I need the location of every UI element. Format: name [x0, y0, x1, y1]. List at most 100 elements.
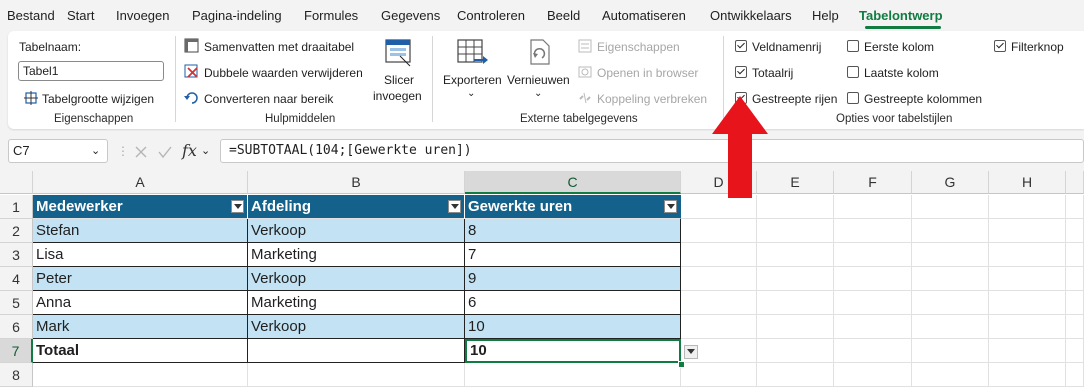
row-header-6[interactable]: 6 — [0, 315, 33, 339]
tab-formules[interactable]: Formules — [304, 8, 358, 23]
convert-to-range-button[interactable]: Converteren naar bereik — [204, 92, 333, 106]
header-row-checkbox[interactable] — [735, 40, 747, 52]
row-header-3[interactable]: 3 — [0, 243, 33, 267]
name-box-chevron-down-icon[interactable]: ⌄ — [91, 144, 100, 157]
empty-cell[interactable] — [1066, 291, 1084, 315]
tab-automatiseren[interactable]: Automatiseren — [602, 8, 686, 23]
tab-start[interactable]: Start — [67, 8, 94, 23]
empty-cell[interactable] — [912, 315, 989, 339]
table-cell[interactable]: Anna — [33, 291, 248, 315]
empty-cell[interactable] — [757, 291, 834, 315]
fx-chevron-down-icon[interactable]: ⌄ — [201, 144, 210, 157]
empty-cell[interactable] — [989, 195, 1066, 219]
empty-cell[interactable] — [912, 219, 989, 243]
table-cell[interactable]: Lisa — [33, 243, 248, 267]
row-header-2[interactable]: 2 — [0, 219, 33, 243]
export-chevron-down-icon[interactable]: ⌄ — [467, 88, 475, 99]
last-column-checkbox[interactable] — [847, 66, 859, 78]
total-row-cell[interactable] — [248, 339, 465, 363]
empty-cell[interactable] — [681, 315, 757, 339]
empty-cell[interactable] — [912, 243, 989, 267]
table-cell[interactable]: 10 — [465, 315, 681, 339]
empty-cell[interactable] — [1066, 267, 1084, 291]
table-cell[interactable]: Peter — [33, 267, 248, 291]
filter-dropdown-icon[interactable] — [231, 200, 244, 213]
column-header-h[interactable]: H — [989, 171, 1066, 194]
table-cell[interactable]: Mark — [33, 315, 248, 339]
table-header-cell[interactable]: Gewerkte uren — [465, 195, 681, 219]
table-header-cell[interactable]: Afdeling — [248, 195, 465, 219]
tab-gegevens[interactable]: Gegevens — [381, 8, 440, 23]
total-row-label-cell[interactable]: Totaal — [33, 339, 248, 363]
select-all-corner[interactable] — [0, 171, 33, 194]
empty-cell[interactable] — [1066, 363, 1084, 387]
insert-slicer-button[interactable]: invoegen — [373, 89, 422, 103]
refresh-button[interactable]: Vernieuwen — [507, 73, 570, 87]
table-cell[interactable]: Marketing — [248, 291, 465, 315]
empty-cell[interactable] — [989, 243, 1066, 267]
row-header-4[interactable]: 4 — [0, 267, 33, 291]
export-button[interactable]: Exporteren — [443, 73, 502, 87]
column-header-b[interactable]: B — [248, 171, 465, 194]
empty-cell[interactable] — [912, 363, 989, 387]
column-header-a[interactable]: A — [33, 171, 248, 194]
row-header-1[interactable]: 1 — [0, 195, 33, 219]
resize-table-button[interactable]: Tabelgrootte wijzigen — [42, 92, 154, 106]
empty-cell[interactable] — [989, 315, 1066, 339]
row-header-7[interactable]: 7 — [0, 339, 33, 363]
slicer-label-line1[interactable]: Slicer — [384, 73, 414, 87]
tab-pagina-indeling[interactable]: Pagina-indeling — [192, 8, 282, 23]
tab-controleren[interactable]: Controleren — [457, 8, 525, 23]
first-column-checkbox[interactable] — [847, 40, 859, 52]
tab-tabelontwerp[interactable]: Tabelontwerp — [859, 8, 943, 23]
empty-cell[interactable] — [1066, 243, 1084, 267]
empty-cell[interactable] — [989, 363, 1066, 387]
empty-cell[interactable] — [757, 339, 834, 363]
empty-cell[interactable] — [834, 219, 912, 243]
empty-cell[interactable] — [681, 291, 757, 315]
tab-invoegen[interactable]: Invoegen — [116, 8, 170, 23]
row-header-5[interactable]: 5 — [0, 291, 33, 315]
fill-handle[interactable] — [678, 361, 685, 368]
cancel-icon[interactable] — [134, 145, 148, 159]
empty-cell[interactable] — [912, 195, 989, 219]
empty-cell[interactable] — [989, 267, 1066, 291]
tab-beeld[interactable]: Beeld — [547, 8, 580, 23]
refresh-chevron-down-icon[interactable]: ⌄ — [534, 88, 542, 99]
filter-dropdown-icon[interactable] — [664, 200, 677, 213]
empty-cell[interactable] — [681, 219, 757, 243]
empty-cell[interactable] — [757, 219, 834, 243]
empty-cell[interactable] — [1066, 195, 1084, 219]
empty-cell[interactable] — [681, 267, 757, 291]
tab-help[interactable]: Help — [812, 8, 839, 23]
empty-cell[interactable] — [1066, 315, 1084, 339]
table-cell[interactable]: 9 — [465, 267, 681, 291]
empty-cell[interactable] — [1066, 219, 1084, 243]
empty-cell[interactable] — [834, 267, 912, 291]
empty-cell[interactable] — [681, 243, 757, 267]
insert-function-icon[interactable]: fx — [182, 141, 197, 160]
unlink-button[interactable]: Koppeling verbreken — [597, 92, 707, 106]
filter-dropdown-icon[interactable] — [448, 200, 461, 213]
empty-cell[interactable] — [989, 291, 1066, 315]
column-header-g[interactable]: G — [912, 171, 989, 194]
table-cell[interactable]: Verkoop — [248, 219, 465, 243]
banded-columns-checkbox[interactable] — [847, 92, 859, 104]
table-cell[interactable]: 6 — [465, 291, 681, 315]
table-cell[interactable]: Verkoop — [248, 315, 465, 339]
empty-cell[interactable] — [912, 291, 989, 315]
empty-cell[interactable] — [989, 219, 1066, 243]
formula-input[interactable]: =SUBTOTAAL(104;[Gewerkte uren]) — [220, 139, 1084, 163]
filter-button-checkbox[interactable] — [994, 40, 1006, 52]
empty-cell[interactable] — [757, 195, 834, 219]
empty-cell[interactable] — [681, 363, 757, 387]
empty-cell[interactable] — [757, 267, 834, 291]
empty-cell[interactable] — [834, 339, 912, 363]
empty-cell[interactable] — [757, 243, 834, 267]
tab-bestand[interactable]: Bestand — [7, 8, 55, 23]
enter-check-icon[interactable] — [158, 145, 172, 159]
empty-cell[interactable] — [834, 243, 912, 267]
empty-cell[interactable] — [681, 195, 757, 219]
table-name-input[interactable]: Tabel1 — [18, 61, 164, 81]
table-cell[interactable]: 8 — [465, 219, 681, 243]
